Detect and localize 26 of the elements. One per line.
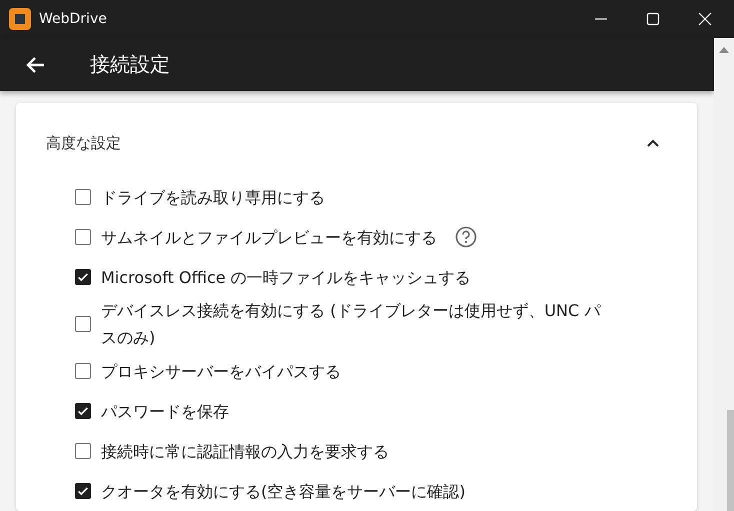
maximize-icon	[646, 12, 660, 26]
checkbox[interactable]	[75, 403, 91, 419]
checkbox[interactable]	[75, 189, 91, 205]
help-icon[interactable]	[455, 226, 477, 248]
scrollbar-thumb[interactable]	[727, 410, 734, 511]
option-label: クオータを有効にする(空き容量をサーバーに確認)	[101, 480, 466, 502]
checkbox[interactable]	[75, 316, 91, 332]
option-label: プロキシサーバーをバイパスする	[101, 360, 341, 382]
section-title: 高度な設定	[46, 134, 121, 152]
checkbox[interactable]	[75, 229, 91, 245]
option-label: パスワードを保存	[101, 400, 229, 422]
window-title: WebDrive	[39, 11, 108, 27]
checkbox[interactable]	[75, 483, 91, 499]
checkbox[interactable]	[75, 269, 91, 285]
page-title: 接続設定	[90, 51, 170, 78]
option-label: サムネイルとファイルプレビューを有効にする	[101, 226, 437, 248]
option-label: Microsoft Office の一時ファイルをキャッシュする	[101, 266, 471, 288]
option-label: 接続時に常に認証情報の入力を要求する	[101, 440, 389, 462]
scrollbar[interactable]	[714, 38, 734, 511]
scroll-up-icon[interactable]	[718, 46, 730, 54]
app-logo-icon	[9, 8, 31, 30]
close-icon	[698, 12, 712, 26]
option-label: ドライブを読み取り専用にする	[101, 186, 325, 208]
checkbox[interactable]	[75, 363, 91, 379]
option-label: デバイスレス接続を有効にする (ドライブレターは使用せず、UNC パスのみ)	[101, 300, 602, 349]
checkbox[interactable]	[75, 443, 91, 459]
